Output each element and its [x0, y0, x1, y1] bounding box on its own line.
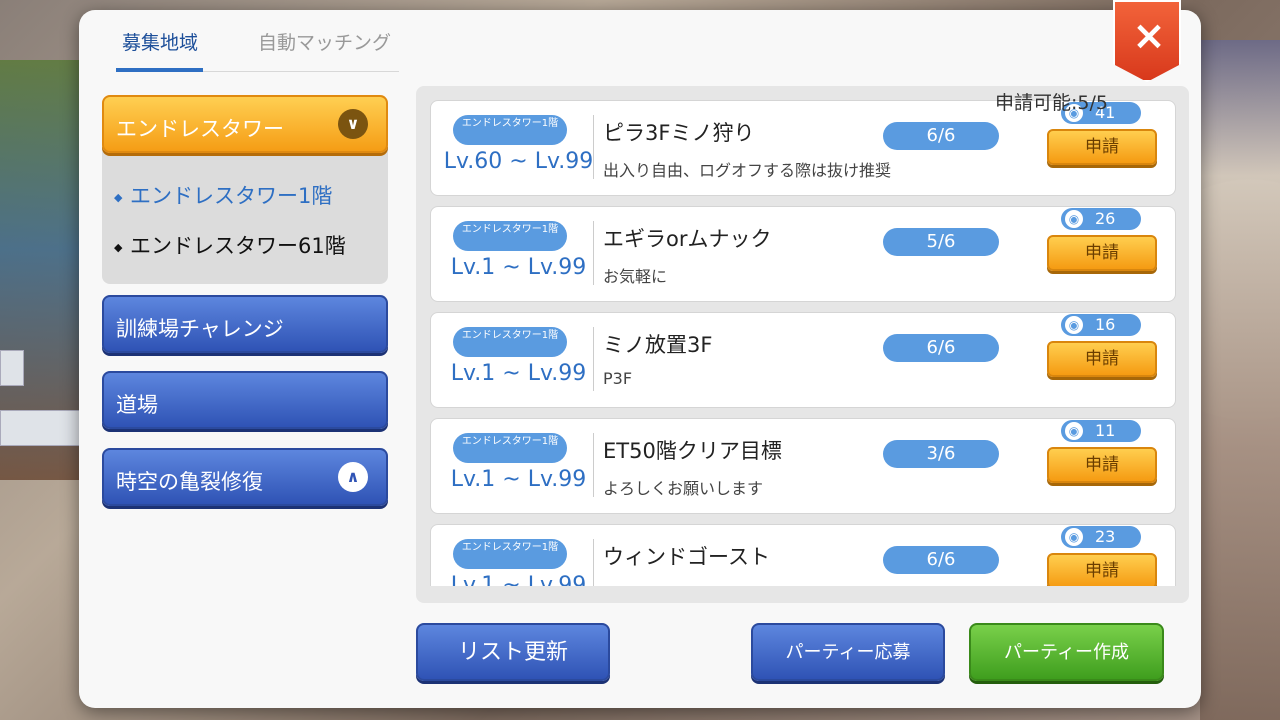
member-count: 3/6: [883, 440, 999, 468]
location-badge: エンドレスタワー1階: [453, 221, 567, 251]
background-side-tab: [0, 410, 80, 446]
member-count: 6/6: [883, 334, 999, 362]
applicant-number: 23: [1095, 527, 1116, 546]
active-tab-indicator: [116, 68, 203, 72]
category-label: 時空の亀裂修復: [116, 470, 263, 494]
apply-count-label: 申請可能:5/5: [995, 92, 1108, 114]
category-label: 訓練場チャレンジ: [116, 317, 284, 341]
category-label: エンドレスタワー: [116, 117, 284, 141]
member-count: 5/6: [883, 228, 999, 256]
party-card: エンドレスタワー1階 Lv.1 ~ Lv.99 エギラorムナック お気軽に 5…: [430, 206, 1176, 302]
applicant-count: ◉ 26: [1061, 208, 1141, 230]
applicant-count: ◉ 11: [1061, 420, 1141, 442]
bullet-icon: ◆: [114, 240, 123, 254]
tab-auto-matching[interactable]: 自動マッチング: [258, 28, 391, 55]
party-description: よろしくお願いします: [603, 479, 764, 498]
level-range: Lv.1 ~ Lv.99: [450, 573, 587, 586]
level-range: Lv.1 ~ Lv.99: [450, 255, 587, 280]
sub-item-label: エンドレスタワー1階: [130, 184, 333, 208]
globe-icon: ◉: [1065, 528, 1083, 546]
close-icon: ×: [1132, 13, 1166, 59]
party-card: エンドレスタワー1階 Lv.1 ~ Lv.99 ET50階クリア目標 よろしくお…: [430, 418, 1176, 514]
location-badge: エンドレスタワー1階: [453, 539, 567, 569]
category-endless-tower[interactable]: エンドレスタワー ∨: [102, 95, 388, 153]
member-count: 6/6: [883, 546, 999, 574]
party-apply-button[interactable]: パーティー応募: [751, 623, 945, 681]
refresh-list-button[interactable]: リスト更新: [416, 623, 610, 681]
divider: [593, 327, 594, 391]
apply-button[interactable]: 申請: [1047, 129, 1157, 165]
party-title: ウィンドゴースト: [603, 545, 770, 569]
background-right-scene: [1200, 40, 1280, 720]
bullet-icon: ◆: [114, 190, 123, 204]
category-dojo[interactable]: 道場: [102, 371, 388, 429]
location-badge: エンドレスタワー1階: [453, 433, 567, 463]
party-title: ピラ3Fミノ狩り: [603, 121, 755, 145]
applicant-number: 16: [1095, 315, 1116, 334]
party-list[interactable]: エンドレスタワー1階 Lv.60 ~ Lv.99 ピラ3Fミノ狩り 出入り自由、…: [416, 86, 1189, 603]
category-label: 道場: [116, 393, 158, 417]
divider: [593, 221, 594, 285]
party-card: エンドレスタワー1階 Lv.1 ~ Lv.99 ウィンドゴースト 6/6 ◉ 2…: [430, 524, 1176, 586]
category-training-challenge[interactable]: 訓練場チャレンジ: [102, 295, 388, 353]
globe-icon: ◉: [1065, 316, 1083, 334]
party-title: ET50階クリア目標: [603, 439, 782, 463]
apply-button[interactable]: 申請: [1047, 447, 1157, 483]
globe-icon: ◉: [1065, 422, 1083, 440]
tab-recruit-area[interactable]: 募集地域: [122, 28, 198, 55]
globe-icon: ◉: [1065, 210, 1083, 228]
applicant-count: ◉ 16: [1061, 314, 1141, 336]
party-list-scroll: エンドレスタワー1階 Lv.60 ~ Lv.99 ピラ3Fミノ狩り 出入り自由、…: [416, 86, 1189, 586]
party-title: ミノ放置3F: [603, 333, 713, 357]
party-card: エンドレスタワー1階 Lv.1 ~ Lv.99 ミノ放置3F P3F 6/6 ◉…: [430, 312, 1176, 408]
level-range: Lv.1 ~ Lv.99: [450, 467, 587, 492]
party-description: 出入り自由、ログオフする際は抜け推奨: [603, 161, 892, 180]
party-description: お気軽に: [603, 267, 668, 286]
level-range: Lv.1 ~ Lv.99: [450, 361, 587, 386]
apply-button[interactable]: 申請: [1047, 235, 1157, 271]
applicant-number: 11: [1095, 421, 1116, 440]
location-badge: エンドレスタワー1階: [453, 327, 567, 357]
party-description: P3F: [603, 369, 633, 388]
chevron-up-icon: ∧: [338, 462, 368, 492]
chevron-down-icon: ∨: [338, 109, 368, 139]
applicant-count: ◉ 23: [1061, 526, 1141, 548]
level-range: Lv.60 ~ Lv.99: [443, 149, 594, 174]
apply-button[interactable]: 申請: [1047, 341, 1157, 377]
sub-item-tower-floor-1[interactable]: ◆ エンドレスタワー1階: [114, 180, 332, 210]
sub-category-panel: ◆ エンドレスタワー1階 ◆ エンドレスタワー61階: [102, 150, 388, 284]
divider: [593, 539, 594, 586]
category-rift-repair[interactable]: 時空の亀裂修復 ∧: [102, 448, 388, 506]
background-side-tab: [0, 350, 24, 386]
member-count: 6/6: [883, 122, 999, 150]
apply-button[interactable]: 申請: [1047, 553, 1157, 586]
party-create-button[interactable]: パーティー作成: [969, 623, 1164, 681]
divider: [593, 433, 594, 497]
divider: [593, 115, 594, 179]
party-title: エギラorムナック: [603, 227, 772, 251]
sub-item-tower-floor-61[interactable]: ◆ エンドレスタワー61階: [114, 230, 346, 260]
sub-item-label: エンドレスタワー61階: [130, 234, 346, 258]
location-badge: エンドレスタワー1階: [453, 115, 567, 145]
applicant-number: 26: [1095, 209, 1116, 228]
